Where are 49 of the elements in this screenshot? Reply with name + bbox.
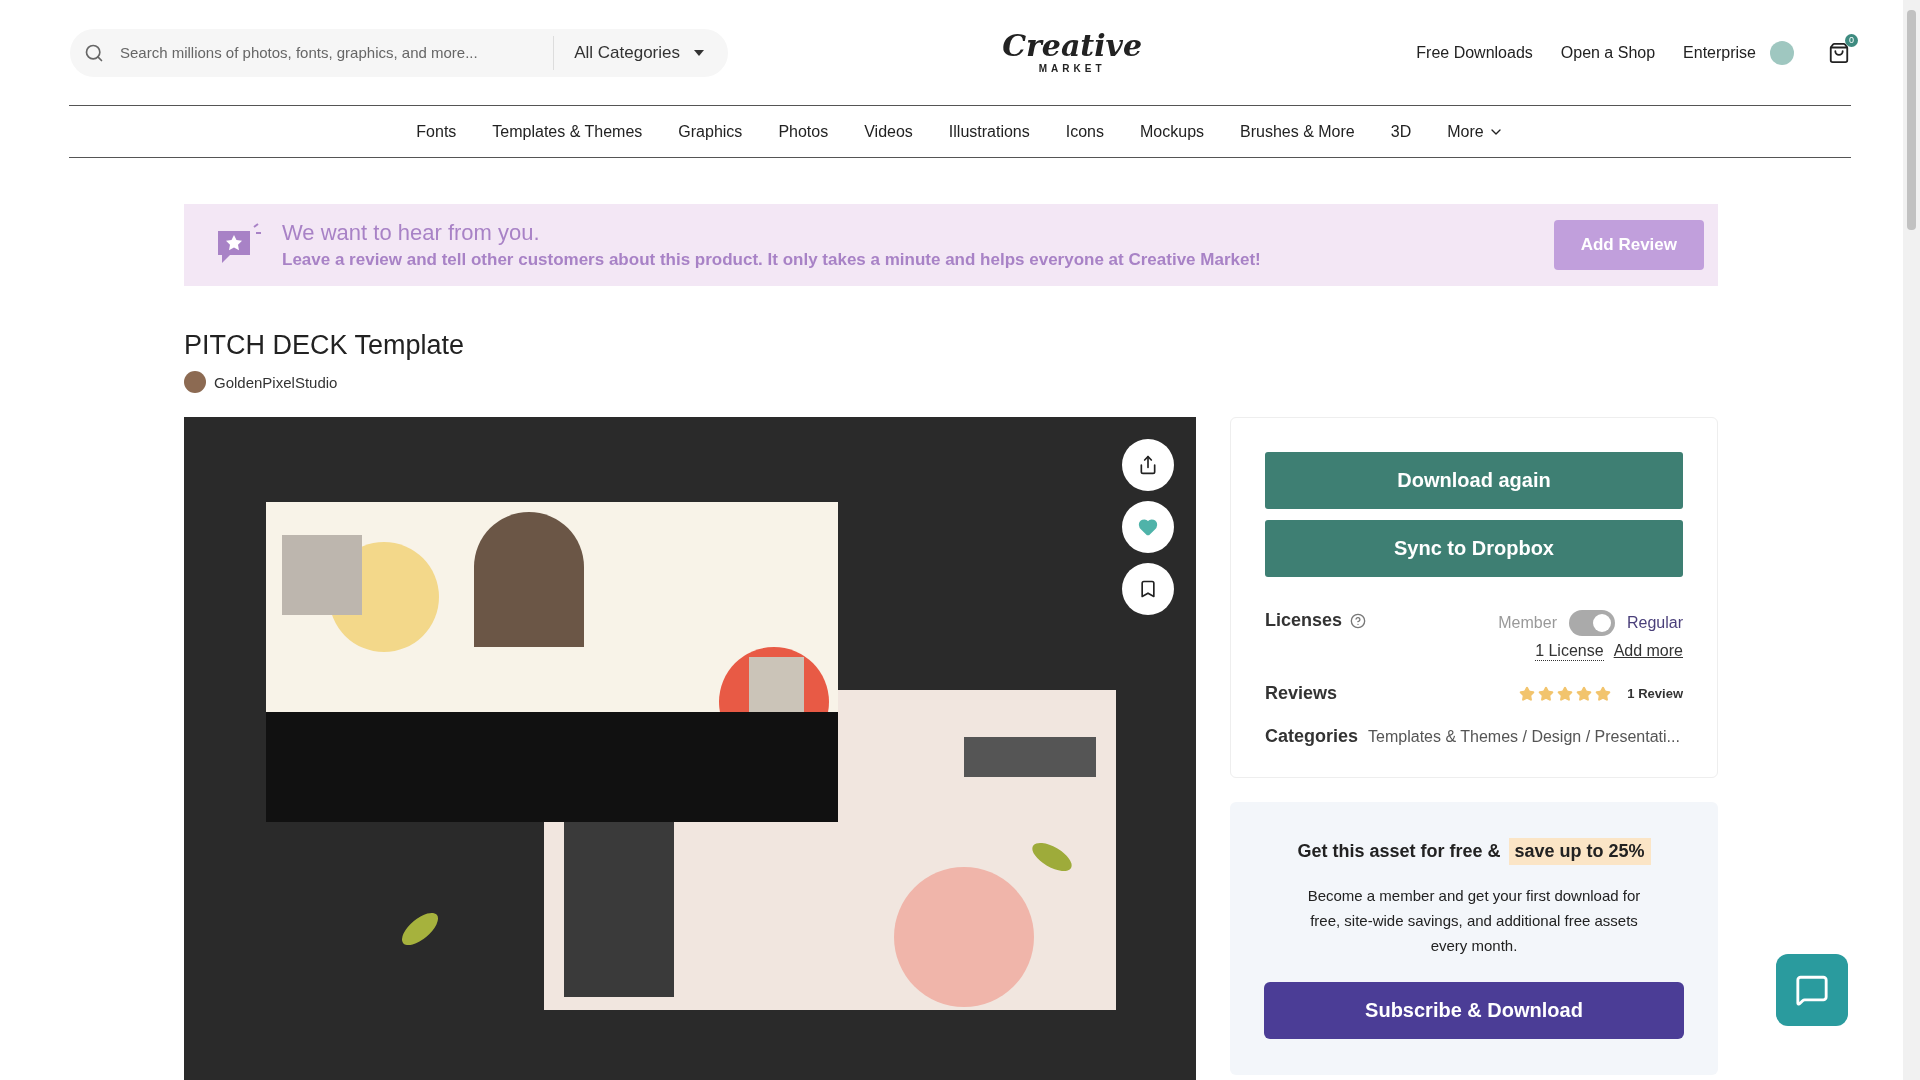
logo[interactable]: Creative MARKET (1002, 31, 1143, 74)
nav-link[interactable]: Icons (1065, 122, 1104, 141)
shopping-bag-icon[interactable] (1828, 41, 1850, 64)
bookmark-icon (1138, 579, 1158, 599)
regular-label: Regular (1626, 614, 1683, 632)
nav-link[interactable]: 3D (1390, 122, 1412, 141)
nav-link[interactable]: Templates & Themes (492, 122, 643, 141)
promo-title: Get this asset for free & (1297, 841, 1501, 862)
nav-link[interactable]: Fonts (416, 122, 457, 141)
heart-icon (1138, 517, 1158, 537)
chat-icon (1795, 973, 1829, 1007)
share-icon (1138, 455, 1158, 475)
reviews-label: Reviews (1265, 683, 1338, 704)
banner-title: We want to hear from you. (282, 220, 541, 246)
nav-link[interactable]: Mockups (1140, 122, 1205, 141)
nav-link[interactable]: Photos (778, 122, 829, 141)
header-link[interactable]: Open a Shop (1560, 43, 1656, 62)
chat-button[interactable] (1776, 954, 1848, 1026)
action-button[interactable]: Sync to Dropbox (1265, 520, 1683, 577)
header-link[interactable]: Free Downloads (1416, 43, 1533, 62)
product-title: PITCH DECK Template (184, 330, 466, 361)
search-field[interactable]: Search millions of photos, fonts, graphics, and more... All Categories (70, 28, 728, 77)
nav-link[interactable]: Graphics (678, 122, 743, 141)
categories-label: Categories (1265, 726, 1359, 747)
add-more-link[interactable]: Add more (1613, 642, 1683, 661)
banner-text: Leave a review and tell other customers about this product. It only takes a minute and helps everyone at Creative Market! (282, 250, 1262, 270)
caret-icon (694, 49, 704, 56)
review-count: 1 Review (1627, 686, 1683, 701)
help-icon[interactable] (1350, 612, 1367, 629)
nav-link[interactable]: More (1447, 122, 1504, 141)
nav-link[interactable]: Videos (864, 122, 913, 141)
licenses-label: Licenses (1265, 610, 1343, 631)
license-toggle[interactable] (1568, 610, 1615, 636)
subscribe-button[interactable]: Subscribe & Download (1264, 982, 1684, 1039)
nav-link[interactable]: Illustrations (948, 122, 1030, 141)
nav-link[interactable]: Brushes & More (1240, 122, 1355, 141)
search-icon (84, 42, 104, 63)
scrollbar-thumb[interactable] (1907, 10, 1916, 230)
promo-highlight: save up to 25% (1508, 838, 1651, 865)
categories-value: Templates & Themes / Design / Presentati... (1368, 727, 1680, 746)
header-link[interactable]: Enterprise (1683, 43, 1756, 62)
author-link[interactable]: GoldenPixelStudio (214, 373, 338, 391)
category-dropdown[interactable]: All Categories (553, 35, 714, 70)
cart-count: 0 (1845, 33, 1858, 47)
license-count-link[interactable]: 1 License (1535, 642, 1604, 661)
member-label: Member (1498, 614, 1557, 632)
action-button[interactable]: Download again (1265, 452, 1683, 509)
shop-icon (184, 371, 206, 393)
promo-text: Become a member and get your first download for free, site-wide savings, and additional free assets every month. (1306, 886, 1642, 956)
